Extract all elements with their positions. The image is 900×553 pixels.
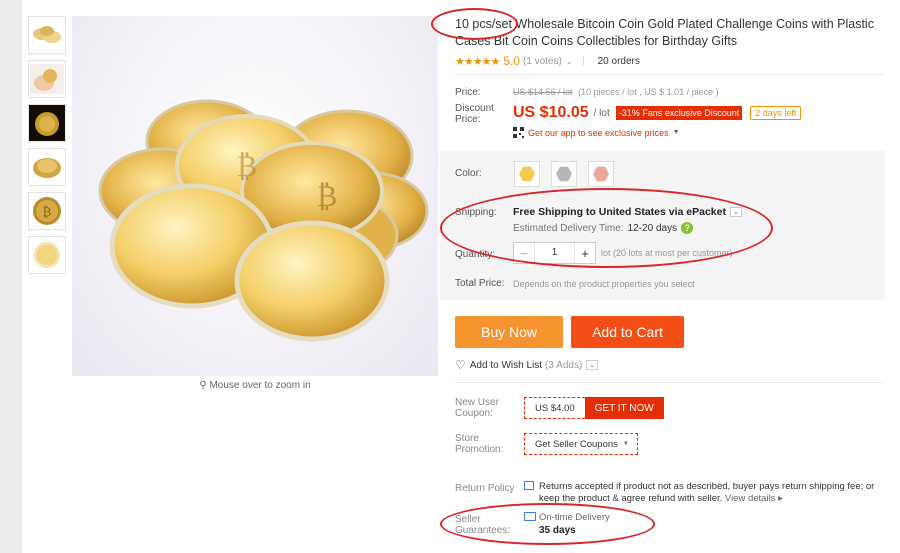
seller-guarantees-label: Seller Guarantees: [455, 514, 511, 536]
total-price-label: Total Price: [455, 278, 505, 289]
wishlist-row[interactable]: ♡ Add to Wish List (3 Adds) ⌄ [455, 358, 599, 372]
color-swatch-silver[interactable] [551, 161, 577, 187]
svg-text:₿: ₿ [43, 205, 52, 220]
original-price-row: US $14.56 / lot (10 pieces / lot , US $ … [513, 87, 719, 97]
quantity-stepper[interactable]: − 1 + [513, 242, 596, 264]
discount-price-row: US $10.05 / lot -31% Fans exclusive Disc… [513, 104, 802, 122]
caret-down-icon: ▼ [622, 441, 629, 447]
app-promo[interactable]: Get our app to see exclusive prices ▼ [513, 127, 680, 138]
divider [455, 74, 885, 75]
thumbnail-3[interactable] [28, 104, 66, 142]
orders-count: 20 orders [597, 55, 640, 67]
buy-now-button[interactable]: Buy Now [455, 316, 563, 348]
thumbnail-list: ₿ [28, 16, 66, 280]
truck-icon [524, 512, 536, 521]
zoom-icon: ⚲ [199, 380, 207, 391]
return-policy-text: Returns accepted if product not as descr… [539, 481, 885, 505]
rating-score: 5.0 [503, 54, 520, 68]
discount-price: US $10.05 [513, 104, 589, 121]
discount-badge: -31% Fans exclusive Discount [615, 106, 743, 120]
quantity-label: Quantity: [455, 249, 496, 260]
quantity-plus-button[interactable]: + [575, 246, 595, 261]
thumbnail-4[interactable] [28, 148, 66, 186]
guarantee-days: 35 days [539, 525, 576, 536]
wishlist-count: (3 Adds) [545, 359, 583, 371]
wishlist-label[interactable]: Add to Wish List [470, 360, 542, 371]
get-coupon-button[interactable]: GET IT NOW [584, 397, 664, 419]
new-user-coupon[interactable]: US $4.00 GET IT NOW [524, 397, 664, 419]
rating-votes[interactable]: (1 votes) [523, 56, 562, 67]
color-label: Color: [455, 168, 482, 179]
svg-text:₿: ₿ [317, 179, 338, 214]
shipping-label: Shipping: [455, 207, 497, 218]
quantity-minus-button[interactable]: − [514, 246, 534, 261]
rating-row: ★★★★★ 5.0 (1 votes) ⌄ 20 orders [455, 54, 640, 68]
quantity-input[interactable]: 1 [534, 243, 575, 263]
delivery-row: Estimated Delivery Time: 12-20 days ? [513, 222, 694, 234]
total-price-value: Depends on the product properties you se… [513, 279, 695, 289]
seller-coupons-dropdown[interactable]: Get Seller Coupons ▼ [524, 433, 638, 455]
coupon-value: US $4.00 [524, 397, 585, 419]
seller-coupons-label: Get Seller Coupons [535, 438, 618, 450]
zoom-hint-text: Mouse over to zoom in [209, 380, 311, 391]
delivery-value: 12-20 days [627, 222, 678, 234]
qr-code-icon [513, 127, 524, 138]
view-details-link[interactable]: View details ▸ [725, 493, 783, 504]
rating-divider [582, 56, 584, 66]
product-title: 10 pcs/set Wholesale Bitcoin Coin Gold P… [455, 17, 874, 48]
thumbnail-5[interactable]: ₿ [28, 192, 66, 230]
app-promo-text: Get our app to see exclusive prices [528, 127, 669, 138]
thumbnail-1[interactable] [28, 16, 66, 54]
new-user-coupon-label: New User Coupon: [455, 397, 499, 419]
price-unit: / lot [593, 107, 610, 119]
return-policy-label: Return Policy [455, 483, 515, 494]
days-left-badge: 2 days left [750, 106, 802, 120]
rating-stars: ★★★★★ [455, 55, 500, 68]
caret-down-icon: ▼ [672, 129, 680, 136]
store-promotion-label: Store Promotion: [455, 433, 504, 455]
thumbnail-2[interactable] [28, 60, 66, 98]
delivery-label: Estimated Delivery Time: [513, 222, 624, 234]
svg-text:₿: ₿ [237, 149, 258, 184]
discount-price-label: Discount Price: [455, 103, 494, 125]
divider [455, 382, 885, 383]
return-policy-icon [524, 481, 534, 490]
chevron-down-icon[interactable]: ⌄ [566, 57, 573, 66]
chevron-down-icon[interactable]: ⌄ [586, 360, 599, 370]
product-main-image[interactable]: ₿ ₿ [72, 16, 438, 376]
add-to-cart-button[interactable]: Add to Cart [571, 316, 684, 348]
shipping-selector[interactable]: Free Shipping to United States via ePack… [513, 206, 742, 218]
guarantee-title: On-time Delivery [539, 512, 610, 523]
color-swatch-gold[interactable] [514, 161, 540, 187]
return-policy-description: Returns accepted if product not as descr… [539, 481, 875, 504]
original-price: US $14.56 / lot [513, 87, 573, 97]
heart-icon[interactable]: ♡ [455, 358, 466, 372]
help-icon[interactable]: ? [681, 222, 694, 234]
quantity-note: lot (20 lots at most per customer) [601, 248, 733, 258]
thumbnail-6[interactable] [28, 236, 66, 274]
color-swatch-rose[interactable] [588, 161, 614, 187]
zoom-hint: ⚲ Mouse over to zoom in [72, 380, 438, 391]
price-label: Price: [455, 87, 481, 98]
shipping-value: Free Shipping to United States via ePack… [513, 206, 726, 218]
original-price-detail: (10 pieces / lot , US $ 1.01 / piece ) [578, 87, 719, 97]
chevron-down-icon[interactable]: ⌄ [729, 207, 742, 217]
